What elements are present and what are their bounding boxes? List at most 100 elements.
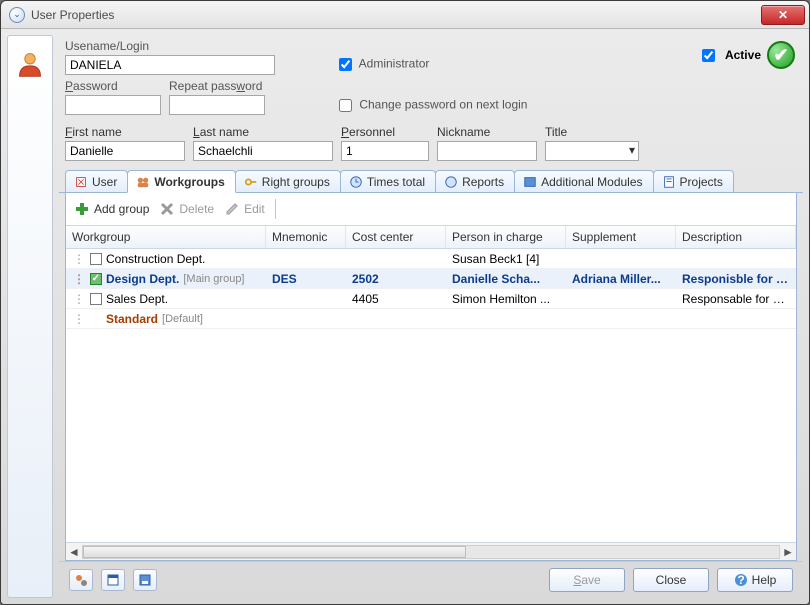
tab-times-total[interactable]: Times total — [340, 170, 436, 192]
close-window-button[interactable]: ✕ — [761, 5, 805, 25]
tab-times-total-label: Times total — [367, 175, 425, 189]
active-block: Active ✔ — [698, 41, 795, 69]
tab-user[interactable]: User — [65, 170, 128, 192]
workgroup-tag: [Default] — [162, 313, 203, 325]
administrator-label: Administrator — [359, 57, 430, 71]
table-row[interactable]: ⋮ Construction Dept. Susan Beck1 [4] — [66, 249, 796, 269]
cell-desc: Responsable for sales — [676, 292, 796, 306]
tab-workgroups[interactable]: Workgroups — [127, 170, 235, 193]
tab-projects[interactable]: Projects — [653, 170, 734, 192]
user-tab-icon — [74, 175, 88, 189]
top-form: Active ✔ Usename/Login Password — [59, 35, 803, 169]
last-name-input[interactable] — [193, 141, 333, 161]
diskette-icon — [138, 573, 152, 587]
main-panel: Active ✔ Usename/Login Password — [59, 35, 803, 598]
col-workgroup[interactable]: Workgroup — [66, 226, 266, 248]
user-gear-icon — [74, 573, 88, 587]
tree-elbow-icon: ⋮ — [72, 252, 86, 266]
col-person[interactable]: Person in charge — [446, 226, 566, 248]
grid-header: Workgroup Mnemonic Cost center Person in… — [66, 225, 796, 249]
last-name-label: Last name — [193, 125, 333, 141]
cell-person: Danielle Scha... — [446, 272, 566, 286]
tab-reports-label: Reports — [462, 175, 504, 189]
table-row[interactable]: ⋮✓Design Dept. [Main group]DES2502Daniel… — [66, 269, 796, 289]
footer: Save Close ? Help — [59, 561, 803, 598]
close-button[interactable]: Close — [633, 568, 709, 592]
grid-body[interactable]: ⋮ Construction Dept. Susan Beck1 [4] ⋮✓Desi… — [66, 249, 796, 542]
col-mnemonic[interactable]: Mnemonic — [266, 226, 346, 248]
scroll-left-icon[interactable]: ◄ — [66, 544, 82, 560]
active-checkbox[interactable] — [702, 49, 715, 62]
delete-label: Delete — [179, 202, 214, 216]
repeat-password-input[interactable] — [169, 95, 265, 115]
row-checkbox[interactable]: ✓ — [90, 273, 102, 285]
delete-icon — [159, 201, 175, 217]
personnel-input[interactable] — [341, 141, 429, 161]
horizontal-scrollbar[interactable]: ◄ ► — [66, 542, 796, 560]
svg-text:?: ? — [737, 573, 744, 587]
add-group-label: Add group — [94, 202, 149, 216]
administrator-checkbox[interactable] — [339, 58, 352, 71]
table-row[interactable]: ⋮Sales Dept.4405Simon Hemilton ...Respon… — [66, 289, 796, 309]
active-check-icon: ✔ — [767, 41, 795, 69]
tab-strip: User Workgroups Right groups Times total… — [59, 169, 803, 193]
table-row[interactable]: ⋮Standard [Default] — [66, 309, 796, 329]
toolbar-separator — [275, 199, 276, 219]
add-group-button[interactable]: Add group — [74, 201, 149, 217]
footer-save-btn[interactable] — [133, 569, 157, 591]
first-name-label: First name — [65, 125, 185, 141]
scroll-track[interactable] — [82, 545, 780, 559]
username-label: Usename/Login — [65, 39, 275, 53]
titlebar: ⌄ User Properties ✕ — [1, 1, 809, 29]
user-avatar-icon — [16, 50, 44, 78]
first-name-input[interactable] — [65, 141, 185, 161]
edit-icon — [224, 201, 240, 217]
repeat-password-label: Repeat password — [169, 79, 265, 93]
scroll-right-icon[interactable]: ► — [780, 544, 796, 560]
password-label: Password — [65, 79, 161, 93]
help-button-label: Help — [752, 573, 777, 587]
help-button[interactable]: ? Help — [717, 568, 793, 592]
window-title: User Properties — [31, 8, 761, 22]
tab-workgroups-label: Workgroups — [154, 175, 224, 189]
row-checkbox[interactable] — [90, 293, 102, 305]
personnel-label: Personnel number — [341, 125, 429, 141]
tree-elbow-icon: ⋮ — [72, 312, 86, 326]
cell-supp: Adriana Miller... — [566, 272, 676, 286]
workgroup-name: Construction Dept. — [106, 252, 205, 266]
collapse-icon[interactable]: ⌄ — [9, 7, 25, 23]
footer-action-1[interactable] — [69, 569, 93, 591]
edit-button: Edit — [224, 201, 265, 217]
col-supplement[interactable]: Supplement — [566, 226, 676, 248]
active-label: Active — [725, 48, 761, 62]
scroll-thumb[interactable] — [83, 546, 466, 558]
tab-reports[interactable]: Reports — [435, 170, 515, 192]
nickname-label: Nickname — [437, 125, 537, 141]
footer-action-2[interactable] — [101, 569, 125, 591]
tab-right-groups[interactable]: Right groups — [235, 170, 341, 192]
close-button-label: Close — [656, 573, 687, 587]
nickname-input[interactable] — [437, 141, 537, 161]
tab-user-label: User — [92, 175, 117, 189]
change-password-checkbox[interactable] — [339, 99, 352, 112]
workgroup-name: Sales Dept. — [106, 292, 168, 306]
cell-person: Susan Beck1 [4] — [446, 252, 566, 266]
row-checkbox[interactable] — [90, 253, 102, 265]
key-icon — [244, 175, 258, 189]
tab-projects-label: Projects — [680, 175, 723, 189]
user-properties-window: ⌄ User Properties ✕ Active ✔ Usename/Log… — [0, 0, 810, 605]
workgroups-grid: Workgroup Mnemonic Cost center Person in… — [66, 225, 796, 560]
username-input[interactable] — [65, 55, 275, 75]
help-icon: ? — [734, 573, 748, 587]
tab-additional-modules[interactable]: Additional Modules — [514, 170, 653, 192]
clock-icon — [349, 175, 363, 189]
report-icon — [444, 175, 458, 189]
col-cost-center[interactable]: Cost center — [346, 226, 446, 248]
window-body: Active ✔ Usename/Login Password — [1, 29, 809, 604]
title-combobox[interactable] — [545, 141, 639, 161]
avatar-panel — [7, 35, 53, 598]
col-description[interactable]: Description — [676, 226, 796, 248]
tab-additional-modules-label: Additional Modules — [541, 175, 642, 189]
password-input[interactable] — [65, 95, 161, 115]
workgroups-toolbar: Add group Delete Edit — [66, 193, 796, 225]
